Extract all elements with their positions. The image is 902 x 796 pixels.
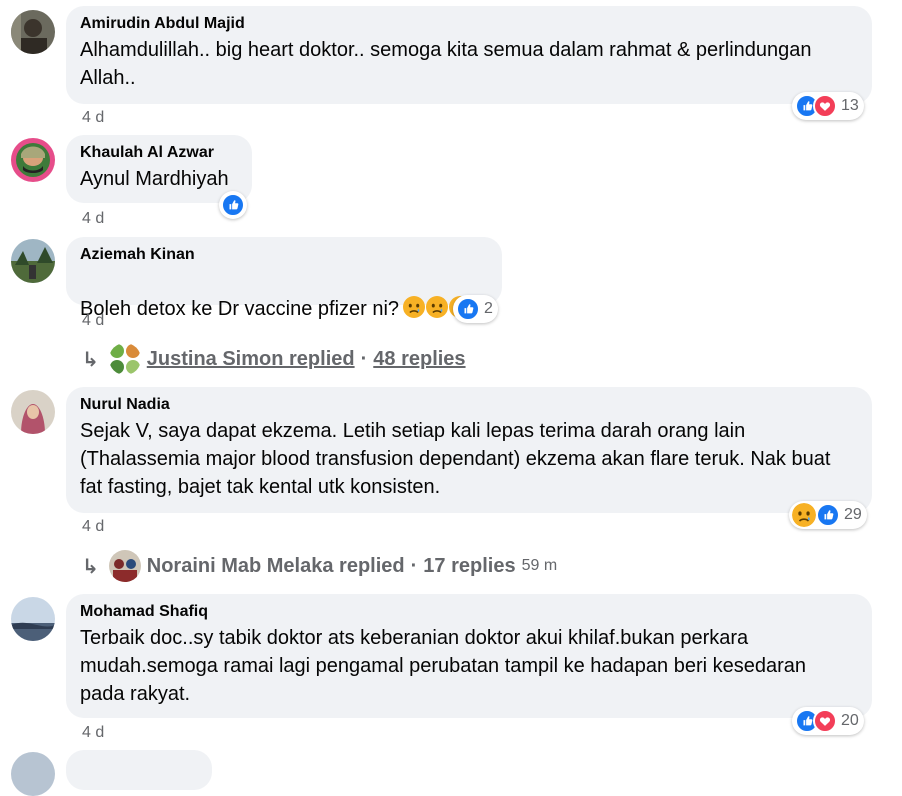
like-icon [456,297,480,321]
reaction-count: 20 [841,712,859,729]
avatar [108,550,141,582]
comment-bubble [66,750,212,790]
love-icon [813,94,837,118]
avatar[interactable] [11,10,55,54]
comment-time[interactable]: 4 d [82,312,104,330]
comment-time[interactable]: 4 d [82,109,104,127]
comment-time[interactable]: 4 d [82,518,104,536]
like-icon [816,503,840,527]
comment-author[interactable]: Nurul Nadia [80,395,858,415]
reply-time: 59 m [521,557,558,574]
comment-bubble: Amirudin Abdul Majid Alhamdulillah.. big… [66,6,872,104]
replier-name[interactable]: Noraini Mab Melaka replied [147,555,405,578]
avatar[interactable] [11,390,55,434]
avatar[interactable] [11,239,55,283]
comment-text: Boleh detox ke Dr vaccine pfizer ni? [80,267,488,323]
comment-text: Sejak V, saya dapat ekzema. Letih setiap… [80,420,831,498]
view-replies[interactable]: ↳ Justina Simon replied · 48 replies [82,343,466,375]
love-icon [813,709,837,733]
comment-text: Aynul Mardhiyah [80,168,229,190]
avatar[interactable] [11,597,55,641]
comment-time[interactable]: 4 d [82,724,104,742]
sad-icon [792,503,816,527]
comment-author[interactable]: Amirudin Abdul Majid [80,14,858,34]
reaction-summary[interactable]: 2 [453,295,498,323]
reaction-count: 2 [484,300,493,317]
sad-face-icon [426,296,448,318]
reply-arrow-icon: ↳ [82,555,99,578]
comment-author[interactable]: Mohamad Shafiq [80,602,858,622]
comment-text-body: Boleh detox ke Dr vaccine pfizer ni? [80,298,400,320]
comment-text: Alhamdulillah.. big heart doktor.. semog… [80,39,812,89]
reply-count[interactable]: 48 replies [373,348,465,371]
comment-text: Terbaik doc..sy tabik doktor ats keberan… [80,627,807,705]
comment-author[interactable]: Aziemah Kinan [80,245,488,265]
reaction-count: 13 [841,97,859,114]
separator: · [360,347,368,370]
reaction-count: 29 [844,506,862,523]
reaction-summary[interactable]: 13 [792,92,864,120]
reaction-summary[interactable] [219,191,247,219]
comment-bubble: Mohamad Shafiq Terbaik doc..sy tabik dok… [66,594,872,718]
avatar[interactable] [11,138,55,182]
reaction-summary[interactable]: 20 [792,707,864,735]
avatar[interactable] [11,752,55,796]
replier-name[interactable]: Justina Simon replied [147,348,355,371]
comment-author[interactable]: Khaulah Al Azwar [80,143,238,163]
reply-count[interactable]: 17 replies [423,555,515,578]
reaction-summary[interactable]: 29 [789,501,867,529]
sad-face-icon [403,296,425,318]
like-icon [221,193,245,217]
comment-bubble: Nurul Nadia Sejak V, saya dapat ekzema. … [66,387,872,513]
avatar [108,343,141,375]
view-replies[interactable]: ↳ Noraini Mab Melaka replied · 17 replie… [82,550,557,582]
comment-time[interactable]: 4 d [82,210,104,228]
comment-bubble: Aziemah Kinan Boleh detox ke Dr vaccine … [66,237,502,320]
reply-arrow-icon: ↳ [82,348,99,371]
separator: · [410,554,418,577]
